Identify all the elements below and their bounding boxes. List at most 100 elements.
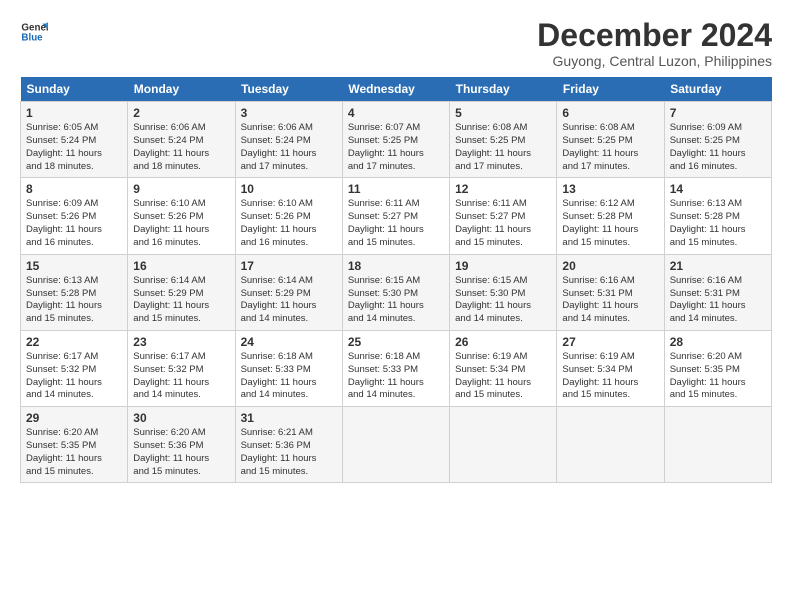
- logo: General Blue: [20, 18, 48, 46]
- day-number: 3: [241, 106, 337, 120]
- col-sunday: Sunday: [21, 77, 128, 102]
- cell-content: Sunrise: 6:13 AMSunset: 5:28 PMDaylight:…: [26, 275, 122, 326]
- cell-line: Sunset: 5:27 PM: [348, 211, 444, 224]
- day-number: 27: [562, 335, 658, 349]
- cell-2-7: 14Sunrise: 6:13 AMSunset: 5:28 PMDayligh…: [664, 178, 771, 254]
- week-row-5: 29Sunrise: 6:20 AMSunset: 5:35 PMDayligh…: [21, 407, 772, 483]
- cell-line: Sunset: 5:24 PM: [241, 135, 337, 148]
- cell-line: Daylight: 11 hours: [133, 224, 229, 237]
- calendar-table: Sunday Monday Tuesday Wednesday Thursday…: [20, 77, 772, 483]
- week-row-4: 22Sunrise: 6:17 AMSunset: 5:32 PMDayligh…: [21, 330, 772, 406]
- cell-line: Daylight: 11 hours: [26, 453, 122, 466]
- month-title: December 2024: [537, 18, 772, 53]
- cell-line: Sunrise: 6:10 AM: [241, 198, 337, 211]
- cell-line: Daylight: 11 hours: [241, 148, 337, 161]
- cell-content: Sunrise: 6:15 AMSunset: 5:30 PMDaylight:…: [455, 275, 551, 326]
- cell-content: Sunrise: 6:19 AMSunset: 5:34 PMDaylight:…: [455, 351, 551, 402]
- day-number: 5: [455, 106, 551, 120]
- cell-line: Sunset: 5:26 PM: [26, 211, 122, 224]
- cell-1-1: 1Sunrise: 6:05 AMSunset: 5:24 PMDaylight…: [21, 102, 128, 178]
- cell-line: and 16 minutes.: [670, 161, 766, 174]
- cell-content: Sunrise: 6:05 AMSunset: 5:24 PMDaylight:…: [26, 122, 122, 173]
- cell-content: Sunrise: 6:17 AMSunset: 5:32 PMDaylight:…: [133, 351, 229, 402]
- cell-1-3: 3 Sunrise: 6:06 AMSunset: 5:24 PMDaylight…: [235, 102, 342, 178]
- day-number: 20: [562, 259, 658, 273]
- cell-line: and 14 minutes.: [26, 389, 122, 402]
- cell-line: and 16 minutes.: [26, 237, 122, 250]
- day-number: 11: [348, 182, 444, 196]
- cell-line: and 14 minutes.: [348, 389, 444, 402]
- cell-3-2: 16Sunrise: 6:14 AMSunset: 5:29 PMDayligh…: [128, 254, 235, 330]
- cell-content: Sunrise: 6:15 AMSunset: 5:30 PMDaylight:…: [348, 275, 444, 326]
- cell-line: Sunrise: 6:20 AM: [133, 427, 229, 440]
- day-number: 2: [133, 106, 229, 120]
- cell-line: and 17 minutes.: [455, 161, 551, 174]
- cell-line: Sunrise: 6:13 AM: [26, 275, 122, 288]
- col-saturday: Saturday: [664, 77, 771, 102]
- cell-line: Sunrise: 6:19 AM: [455, 351, 551, 364]
- cell-line: and 14 minutes.: [241, 313, 337, 326]
- cell-line: and 15 minutes.: [26, 466, 122, 479]
- cell-line: and 14 minutes.: [241, 389, 337, 402]
- cell-content: Sunrise: 6:09 AMSunset: 5:26 PMDaylight:…: [26, 198, 122, 249]
- cell-2-2: 9 Sunrise: 6:10 AMSunset: 5:26 PMDaylight…: [128, 178, 235, 254]
- cell-4-6: 27Sunrise: 6:19 AMSunset: 5:34 PMDayligh…: [557, 330, 664, 406]
- cell-line: Sunrise: 6:09 AM: [26, 198, 122, 211]
- cell-4-7: 28Sunrise: 6:20 AMSunset: 5:35 PMDayligh…: [664, 330, 771, 406]
- cell-line: Daylight: 11 hours: [348, 377, 444, 390]
- cell-line: Sunset: 5:24 PM: [26, 135, 122, 148]
- cell-line: Sunset: 5:31 PM: [670, 288, 766, 301]
- cell-line: Sunset: 5:28 PM: [670, 211, 766, 224]
- cell-line: Sunset: 5:24 PM: [133, 135, 229, 148]
- day-number: 9: [133, 182, 229, 196]
- day-number: 29: [26, 411, 122, 425]
- cell-line: Daylight: 11 hours: [562, 224, 658, 237]
- cell-content: Sunrise: 6:11 AMSunset: 5:27 PMDaylight:…: [455, 198, 551, 249]
- cell-1-4: 4Sunrise: 6:07 AMSunset: 5:25 PMDaylight…: [342, 102, 449, 178]
- cell-line: and 14 minutes.: [670, 313, 766, 326]
- cell-line: Daylight: 11 hours: [670, 148, 766, 161]
- day-number: 14: [670, 182, 766, 196]
- cell-line: and 15 minutes.: [670, 389, 766, 402]
- cell-line: Daylight: 11 hours: [26, 148, 122, 161]
- cell-line: Sunrise: 6:05 AM: [26, 122, 122, 135]
- cell-content: Sunrise: 6:06 AMSunset: 5:24 PMDaylight:…: [241, 122, 337, 173]
- cell-3-7: 21Sunrise: 6:16 AMSunset: 5:31 PMDayligh…: [664, 254, 771, 330]
- header: General Blue December 2024 Guyong, Centr…: [20, 18, 772, 69]
- cell-2-4: 11Sunrise: 6:11 AMSunset: 5:27 PMDayligh…: [342, 178, 449, 254]
- cell-line: Sunrise: 6:16 AM: [670, 275, 766, 288]
- day-number: 30: [133, 411, 229, 425]
- cell-content: Sunrise: 6:06 AMSunset: 5:24 PMDaylight:…: [133, 122, 229, 173]
- cell-line: Sunrise: 6:12 AM: [562, 198, 658, 211]
- cell-line: Sunset: 5:30 PM: [455, 288, 551, 301]
- cell-line: Daylight: 11 hours: [26, 300, 122, 313]
- cell-content: Sunrise: 6:17 AMSunset: 5:32 PMDaylight:…: [26, 351, 122, 402]
- day-number: 13: [562, 182, 658, 196]
- cell-4-5: 26 Sunrise: 6:19 AMSunset: 5:34 PMDayligh…: [450, 330, 557, 406]
- cell-line: Sunrise: 6:14 AM: [133, 275, 229, 288]
- day-number: 8: [26, 182, 122, 196]
- cell-3-4: 18Sunrise: 6:15 AMSunset: 5:30 PMDayligh…: [342, 254, 449, 330]
- cell-content: Sunrise: 6:10 AMSunset: 5:26 PMDaylight:…: [133, 198, 229, 249]
- cell-content: Sunrise: 6:08 AMSunset: 5:25 PMDaylight:…: [562, 122, 658, 173]
- col-monday: Monday: [128, 77, 235, 102]
- cell-3-6: 20Sunrise: 6:16 AMSunset: 5:31 PMDayligh…: [557, 254, 664, 330]
- cell-line: and 15 minutes.: [562, 389, 658, 402]
- cell-5-5: [450, 407, 557, 483]
- day-number: 21: [670, 259, 766, 273]
- cell-line: Daylight: 11 hours: [26, 224, 122, 237]
- cell-line: Sunrise: 6:20 AM: [26, 427, 122, 440]
- cell-1-5: 5Sunrise: 6:08 AMSunset: 5:25 PMDaylight…: [450, 102, 557, 178]
- cell-1-6: 6Sunrise: 6:08 AMSunset: 5:25 PMDaylight…: [557, 102, 664, 178]
- day-number: 26: [455, 335, 551, 349]
- cell-line: Sunset: 5:33 PM: [348, 364, 444, 377]
- cell-line: Sunset: 5:34 PM: [455, 364, 551, 377]
- cell-content: Sunrise: 6:14 AMSunset: 5:29 PMDaylight:…: [133, 275, 229, 326]
- day-number: 19: [455, 259, 551, 273]
- cell-line: Sunset: 5:26 PM: [133, 211, 229, 224]
- cell-line: Sunset: 5:35 PM: [670, 364, 766, 377]
- cell-line: Sunrise: 6:09 AM: [670, 122, 766, 135]
- col-tuesday: Tuesday: [235, 77, 342, 102]
- cell-line: and 15 minutes.: [26, 313, 122, 326]
- cell-5-1: 29Sunrise: 6:20 AMSunset: 5:35 PMDayligh…: [21, 407, 128, 483]
